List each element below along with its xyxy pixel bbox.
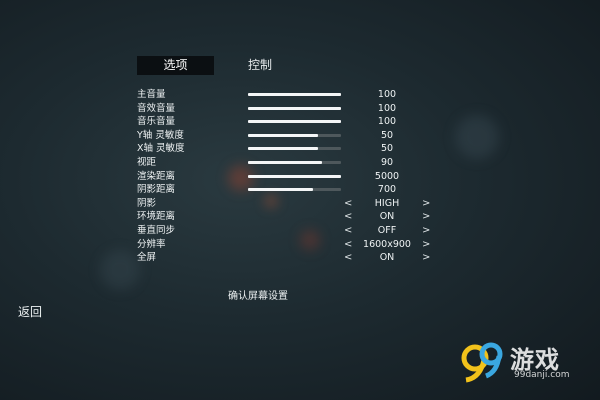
- slider-fill[interactable]: [248, 120, 341, 124]
- setting-row: 视距 90: [137, 156, 437, 169]
- next-option-button[interactable]: >: [422, 238, 430, 251]
- prev-option-button[interactable]: <: [344, 251, 352, 264]
- setting-option-value: OFF: [377, 225, 397, 236]
- prev-option-button[interactable]: <: [344, 238, 352, 251]
- setting-row: 全屏 < ON >: [137, 251, 437, 264]
- setting-value: 50: [380, 143, 394, 155]
- setting-label: 分辨率: [137, 238, 166, 250]
- setting-option-value: ON: [379, 252, 395, 264]
- next-option-button[interactable]: >: [422, 210, 430, 223]
- setting-value: 100: [377, 102, 397, 114]
- prev-option-button[interactable]: <: [344, 197, 352, 210]
- slider-track[interactable]: [248, 106, 341, 110]
- setting-row: 音效音量 100: [137, 102, 437, 115]
- slider-fill[interactable]: [248, 147, 318, 151]
- setting-row: 分辨率 <1600x900 >: [137, 238, 437, 251]
- slider-track[interactable]: [248, 133, 341, 137]
- setting-option-value: 1600x900: [363, 238, 411, 250]
- setting-option-value: HIGH: [374, 197, 400, 209]
- setting-label: Y轴 灵敏度: [137, 129, 184, 141]
- setting-row: 阴影 < HIGH >: [137, 197, 437, 210]
- watermark-url: 99danji.com: [514, 370, 570, 380]
- setting-value: 50: [380, 129, 394, 141]
- setting-label: 全屏: [137, 252, 157, 264]
- confirm-screen-settings-button[interactable]: 确认屏幕设置: [228, 287, 288, 302]
- setting-value: 700: [377, 184, 397, 196]
- setting-label: 环境距离: [137, 211, 176, 223]
- setting-label: 主音量: [137, 89, 166, 100]
- slider-track[interactable]: [248, 93, 341, 96]
- slider-fill[interactable]: [248, 161, 322, 164]
- slider-fill[interactable]: [248, 188, 313, 192]
- setting-row: 渲染距离 5000: [137, 170, 437, 183]
- setting-value: 100: [377, 116, 397, 128]
- setting-row: 主音量 100: [137, 88, 437, 101]
- background-bokeh: [455, 115, 499, 159]
- back-button[interactable]: 返回: [18, 303, 42, 320]
- setting-value: 5000: [374, 170, 400, 182]
- next-option-button[interactable]: >: [422, 251, 430, 264]
- setting-label: 渲染距离: [137, 170, 176, 182]
- next-option-button[interactable]: >: [422, 197, 430, 210]
- setting-value: 100: [377, 89, 397, 100]
- next-option-button[interactable]: >: [422, 224, 430, 237]
- setting-value: 90: [380, 157, 394, 168]
- setting-row: Y轴 灵敏度 50: [137, 129, 437, 142]
- slider-track[interactable]: [248, 120, 341, 124]
- setting-label: 垂直同步: [137, 225, 176, 236]
- setting-label: X轴 灵敏度: [137, 143, 185, 155]
- prev-option-button[interactable]: <: [344, 224, 352, 237]
- setting-row: 环境距离 < ON >: [137, 210, 437, 223]
- tab-controls[interactable]: 控制: [248, 56, 288, 75]
- slider-track[interactable]: [248, 147, 341, 151]
- tab-options[interactable]: 选项: [137, 56, 214, 75]
- setting-label: 音效音量: [137, 102, 176, 114]
- 99-logo-icon: [461, 342, 503, 383]
- slider-track[interactable]: [248, 174, 341, 178]
- slider-fill[interactable]: [248, 133, 318, 137]
- slider-fill[interactable]: [248, 93, 341, 96]
- slider-fill[interactable]: [248, 106, 341, 110]
- setting-row: 垂直同步 < OFF >: [137, 224, 437, 237]
- setting-label: 阴影: [137, 197, 157, 209]
- slider-track[interactable]: [248, 161, 341, 164]
- setting-label: 音乐音量: [137, 116, 176, 128]
- setting-row: X轴 灵敏度 50: [137, 142, 437, 155]
- watermark: 游戏 99danji.com: [458, 338, 593, 386]
- setting-label: 阴影距离: [137, 184, 176, 196]
- slider-fill[interactable]: [248, 174, 341, 178]
- prev-option-button[interactable]: <: [344, 210, 352, 223]
- setting-option-value: ON: [379, 211, 395, 223]
- setting-label: 视距: [137, 157, 157, 168]
- setting-row: 音乐音量 100: [137, 115, 437, 128]
- background-bokeh: [100, 250, 140, 290]
- setting-row: 阴影距离 700: [137, 183, 437, 196]
- slider-track[interactable]: [248, 188, 341, 192]
